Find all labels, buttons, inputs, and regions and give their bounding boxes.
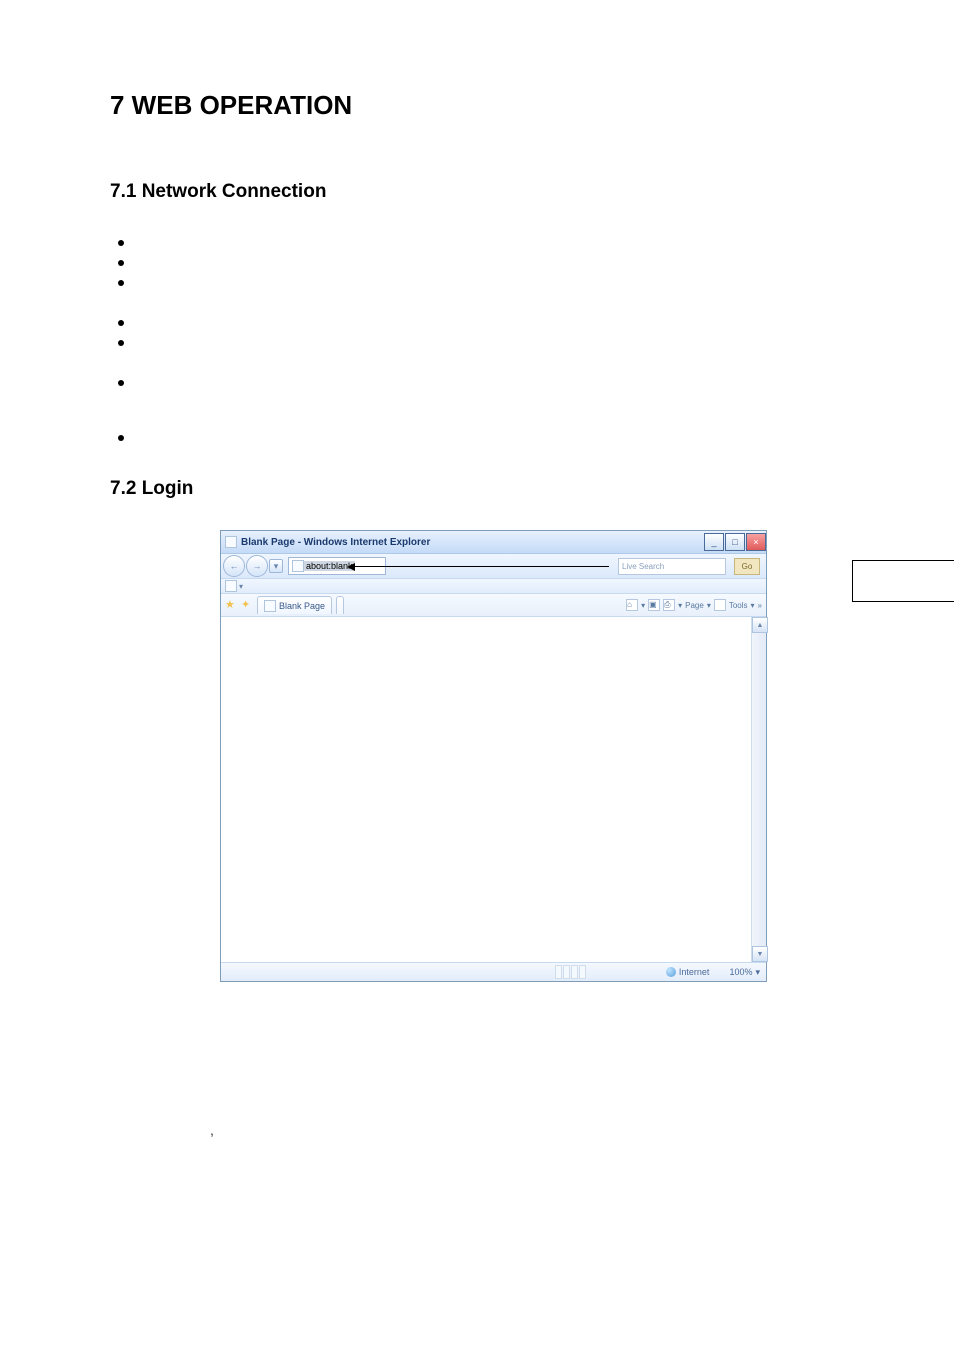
- scroll-up-button[interactable]: ▲: [752, 617, 768, 633]
- section-2-heading: 7.2 Login: [110, 478, 844, 500]
- ie-browser-window: Blank Page - Windows Internet Explorer _…: [220, 530, 767, 982]
- new-tab-button[interactable]: [336, 596, 344, 614]
- print-icon[interactable]: ⎙: [663, 599, 675, 611]
- menu-icon[interactable]: [225, 580, 237, 592]
- zoom-control[interactable]: 100% ▾: [729, 967, 760, 978]
- minimize-button[interactable]: _: [704, 533, 724, 551]
- browser-tab[interactable]: Blank Page: [257, 596, 332, 614]
- search-input[interactable]: Live Search: [618, 558, 726, 575]
- bullet-item: [110, 373, 844, 428]
- menu-drop-icon[interactable]: ▾: [239, 582, 243, 591]
- forward-button[interactable]: →: [246, 555, 268, 577]
- scroll-down-button[interactable]: ▼: [752, 946, 768, 962]
- page-icon: [292, 560, 304, 572]
- back-button[interactable]: ←: [223, 555, 245, 577]
- browser-viewport: ▲ ▼: [221, 617, 766, 962]
- maximize-button[interactable]: □: [725, 533, 745, 551]
- favorites-icon[interactable]: ★: [225, 599, 237, 611]
- status-bar: Internet 100% ▾: [221, 962, 766, 981]
- tools-menu[interactable]: Tools: [729, 601, 748, 610]
- zoom-drop-icon[interactable]: ▾: [755, 967, 760, 978]
- page-title: 7 WEB OPERATION: [110, 90, 844, 121]
- status-pane-dividers: [555, 965, 586, 979]
- window-titlebar[interactable]: Blank Page - Windows Internet Explorer _…: [221, 531, 766, 554]
- toolbar-overflow-icon[interactable]: »: [758, 601, 762, 610]
- window-title-text: Blank Page - Windows Internet Explorer: [241, 537, 430, 548]
- page-menu[interactable]: Page: [685, 601, 704, 610]
- close-button[interactable]: ×: [746, 533, 766, 551]
- tabs-row: ★ ✦ Blank Page ⌂▾ ▣ ⎙▾ Page▾ Tools▾ »: [221, 594, 766, 617]
- add-favorite-icon[interactable]: ✦: [241, 599, 253, 611]
- figure-ie-window: Blank Page - Windows Internet Explorer _…: [220, 530, 844, 982]
- annotation-arrow: [349, 566, 609, 567]
- bullet-item: [110, 233, 844, 253]
- stray-comma: ,: [210, 1122, 844, 1138]
- zone-label: Internet: [679, 967, 710, 977]
- globe-icon: [666, 967, 676, 977]
- feed-icon[interactable]: ▣: [648, 599, 660, 611]
- bullet-item: [110, 428, 844, 448]
- zoom-value: 100%: [729, 967, 752, 977]
- menu-row: ▾: [221, 579, 766, 594]
- tab-label: Blank Page: [279, 601, 325, 611]
- tools-drop[interactable]: ▾: [751, 601, 755, 610]
- addr-dropdown-icon[interactable]: ▾: [269, 559, 283, 573]
- print-drop[interactable]: ▾: [678, 601, 682, 610]
- ie-icon: [225, 536, 237, 548]
- address-bar-row: ← → ▾ about:blank Live Search Go: [221, 554, 766, 579]
- section-1-heading: 7.1 Network Connection: [110, 181, 844, 203]
- bullet-item: [110, 333, 844, 373]
- bullet-list-1: [110, 233, 844, 448]
- bullet-item: [110, 253, 844, 273]
- vertical-scrollbar[interactable]: ▲ ▼: [751, 617, 766, 962]
- bullet-item: [110, 273, 844, 313]
- search-placeholder: Live Search: [622, 562, 664, 571]
- home-icon[interactable]: ⌂: [626, 599, 638, 611]
- page-drop[interactable]: ▾: [707, 601, 711, 610]
- tools-icon: [714, 599, 726, 611]
- security-zone[interactable]: Internet: [666, 967, 710, 977]
- home-drop[interactable]: ▾: [641, 601, 645, 610]
- annotation-box: [852, 560, 954, 602]
- bullet-item: [110, 313, 844, 333]
- tab-page-icon: [264, 600, 276, 612]
- go-button[interactable]: Go: [734, 558, 760, 575]
